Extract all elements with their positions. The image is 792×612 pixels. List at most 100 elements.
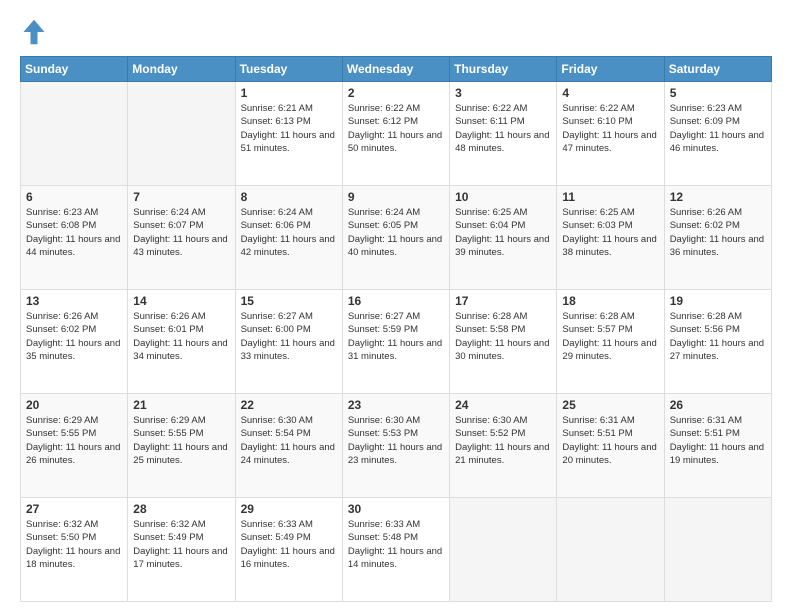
day-number: 7 [133,190,229,204]
calendar-week-5: 27 Sunrise: 6:32 AM Sunset: 5:50 PM Dayli… [21,498,772,602]
day-number: 10 [455,190,551,204]
calendar-cell: 27 Sunrise: 6:32 AM Sunset: 5:50 PM Dayli… [21,498,128,602]
calendar-cell: 5 Sunrise: 6:23 AM Sunset: 6:09 PM Daylig… [664,82,771,186]
day-info: Sunrise: 6:29 AM Sunset: 5:55 PM Dayligh… [133,414,229,467]
day-number: 4 [562,86,658,100]
calendar-cell: 12 Sunrise: 6:26 AM Sunset: 6:02 PM Dayli… [664,186,771,290]
calendar-cell: 8 Sunrise: 6:24 AM Sunset: 6:06 PM Daylig… [235,186,342,290]
day-info: Sunrise: 6:22 AM Sunset: 6:10 PM Dayligh… [562,102,658,155]
calendar-week-3: 13 Sunrise: 6:26 AM Sunset: 6:02 PM Dayli… [21,290,772,394]
day-number: 2 [348,86,444,100]
calendar-cell: 18 Sunrise: 6:28 AM Sunset: 5:57 PM Dayli… [557,290,664,394]
day-info: Sunrise: 6:21 AM Sunset: 6:13 PM Dayligh… [241,102,337,155]
day-number: 21 [133,398,229,412]
day-info: Sunrise: 6:24 AM Sunset: 6:05 PM Dayligh… [348,206,444,259]
calendar-cell: 3Sunrise: 6:22 AM Sunset: 6:11 PM Daylig… [450,82,557,186]
logo-icon [20,18,48,46]
day-info: Sunrise: 6:28 AM Sunset: 5:56 PM Dayligh… [670,310,766,363]
day-number: 30 [348,502,444,516]
day-info: Sunrise: 6:27 AM Sunset: 5:59 PM Dayligh… [348,310,444,363]
day-number: 26 [670,398,766,412]
calendar-cell: 25 Sunrise: 6:31 AM Sunset: 5:51 PM Dayli… [557,394,664,498]
calendar-cell: 2 Sunrise: 6:22 AM Sunset: 6:12 PM Daylig… [342,82,449,186]
day-number: 19 [670,294,766,308]
weekday-header-saturday: Saturday [664,57,771,82]
day-info: Sunrise: 6:26 AM Sunset: 6:02 PM Dayligh… [670,206,766,259]
header [20,18,772,46]
day-number: 9 [348,190,444,204]
calendar-cell: 29 Sunrise: 6:33 AM Sunset: 5:49 PM Dayli… [235,498,342,602]
day-info: Sunrise: 6:23 AM Sunset: 6:09 PM Dayligh… [670,102,766,155]
day-number: 11 [562,190,658,204]
day-number: 25 [562,398,658,412]
page: SundayMondayTuesdayWednesdayThursdayFrid… [0,0,792,612]
day-number: 14 [133,294,229,308]
calendar-week-2: 6Sunrise: 6:23 AM Sunset: 6:08 PM Daylig… [21,186,772,290]
day-info: Sunrise: 6:28 AM Sunset: 5:57 PM Dayligh… [562,310,658,363]
day-info: Sunrise: 6:24 AM Sunset: 6:06 PM Dayligh… [241,206,337,259]
calendar-cell: 20 Sunrise: 6:29 AM Sunset: 5:55 PM Dayli… [21,394,128,498]
day-info: Sunrise: 6:28 AM Sunset: 5:58 PM Dayligh… [455,310,551,363]
logo [20,18,52,46]
calendar-cell: 30 Sunrise: 6:33 AM Sunset: 5:48 PM Dayli… [342,498,449,602]
day-info: Sunrise: 6:32 AM Sunset: 5:49 PM Dayligh… [133,518,229,571]
day-info: Sunrise: 6:30 AM Sunset: 5:53 PM Dayligh… [348,414,444,467]
calendar-cell: 28Sunrise: 6:32 AM Sunset: 5:49 PM Dayli… [128,498,235,602]
day-info: Sunrise: 6:29 AM Sunset: 5:55 PM Dayligh… [26,414,122,467]
day-number: 13 [26,294,122,308]
calendar-cell: 7Sunrise: 6:24 AM Sunset: 6:07 PM Daylig… [128,186,235,290]
day-number: 20 [26,398,122,412]
day-info: Sunrise: 6:27 AM Sunset: 6:00 PM Dayligh… [241,310,337,363]
day-info: Sunrise: 6:30 AM Sunset: 5:54 PM Dayligh… [241,414,337,467]
calendar-header-row: SundayMondayTuesdayWednesdayThursdayFrid… [21,57,772,82]
day-number: 29 [241,502,337,516]
day-number: 18 [562,294,658,308]
calendar-cell: 21 Sunrise: 6:29 AM Sunset: 5:55 PM Dayli… [128,394,235,498]
day-info: Sunrise: 6:32 AM Sunset: 5:50 PM Dayligh… [26,518,122,571]
day-number: 27 [26,502,122,516]
calendar-cell: 9 Sunrise: 6:24 AM Sunset: 6:05 PM Daylig… [342,186,449,290]
calendar-cell: 4 Sunrise: 6:22 AM Sunset: 6:10 PM Daylig… [557,82,664,186]
calendar-cell: 10 Sunrise: 6:25 AM Sunset: 6:04 PM Dayli… [450,186,557,290]
day-number: 15 [241,294,337,308]
calendar-cell [21,82,128,186]
calendar-table: SundayMondayTuesdayWednesdayThursdayFrid… [20,56,772,602]
day-info: Sunrise: 6:25 AM Sunset: 6:03 PM Dayligh… [562,206,658,259]
weekday-header-friday: Friday [557,57,664,82]
day-number: 23 [348,398,444,412]
calendar-cell: 15 Sunrise: 6:27 AM Sunset: 6:00 PM Dayli… [235,290,342,394]
day-info: Sunrise: 6:33 AM Sunset: 5:48 PM Dayligh… [348,518,444,571]
calendar-cell [128,82,235,186]
weekday-header-monday: Monday [128,57,235,82]
day-info: Sunrise: 6:31 AM Sunset: 5:51 PM Dayligh… [670,414,766,467]
calendar-week-1: 1 Sunrise: 6:21 AM Sunset: 6:13 PM Daylig… [21,82,772,186]
calendar-cell [450,498,557,602]
day-info: Sunrise: 6:22 AM Sunset: 6:12 PM Dayligh… [348,102,444,155]
calendar-cell: 11 Sunrise: 6:25 AM Sunset: 6:03 PM Dayli… [557,186,664,290]
day-info: Sunrise: 6:25 AM Sunset: 6:04 PM Dayligh… [455,206,551,259]
day-number: 5 [670,86,766,100]
day-number: 1 [241,86,337,100]
day-number: 8 [241,190,337,204]
day-info: Sunrise: 6:26 AM Sunset: 6:01 PM Dayligh… [133,310,229,363]
day-number: 24 [455,398,551,412]
day-info: Sunrise: 6:31 AM Sunset: 5:51 PM Dayligh… [562,414,658,467]
day-info: Sunrise: 6:33 AM Sunset: 5:49 PM Dayligh… [241,518,337,571]
weekday-header-wednesday: Wednesday [342,57,449,82]
day-info: Sunrise: 6:26 AM Sunset: 6:02 PM Dayligh… [26,310,122,363]
weekday-header-sunday: Sunday [21,57,128,82]
day-number: 12 [670,190,766,204]
day-number: 16 [348,294,444,308]
day-number: 17 [455,294,551,308]
day-info: Sunrise: 6:23 AM Sunset: 6:08 PM Dayligh… [26,206,122,259]
calendar-cell: 22 Sunrise: 6:30 AM Sunset: 5:54 PM Dayli… [235,394,342,498]
calendar-cell: 24 Sunrise: 6:30 AM Sunset: 5:52 PM Dayli… [450,394,557,498]
day-info: Sunrise: 6:30 AM Sunset: 5:52 PM Dayligh… [455,414,551,467]
day-number: 22 [241,398,337,412]
weekday-header-tuesday: Tuesday [235,57,342,82]
calendar-cell: 13 Sunrise: 6:26 AM Sunset: 6:02 PM Dayli… [21,290,128,394]
calendar-cell: 26 Sunrise: 6:31 AM Sunset: 5:51 PM Dayli… [664,394,771,498]
calendar-cell: 16 Sunrise: 6:27 AM Sunset: 5:59 PM Dayli… [342,290,449,394]
calendar-cell: 6Sunrise: 6:23 AM Sunset: 6:08 PM Daylig… [21,186,128,290]
calendar-cell: 1 Sunrise: 6:21 AM Sunset: 6:13 PM Daylig… [235,82,342,186]
